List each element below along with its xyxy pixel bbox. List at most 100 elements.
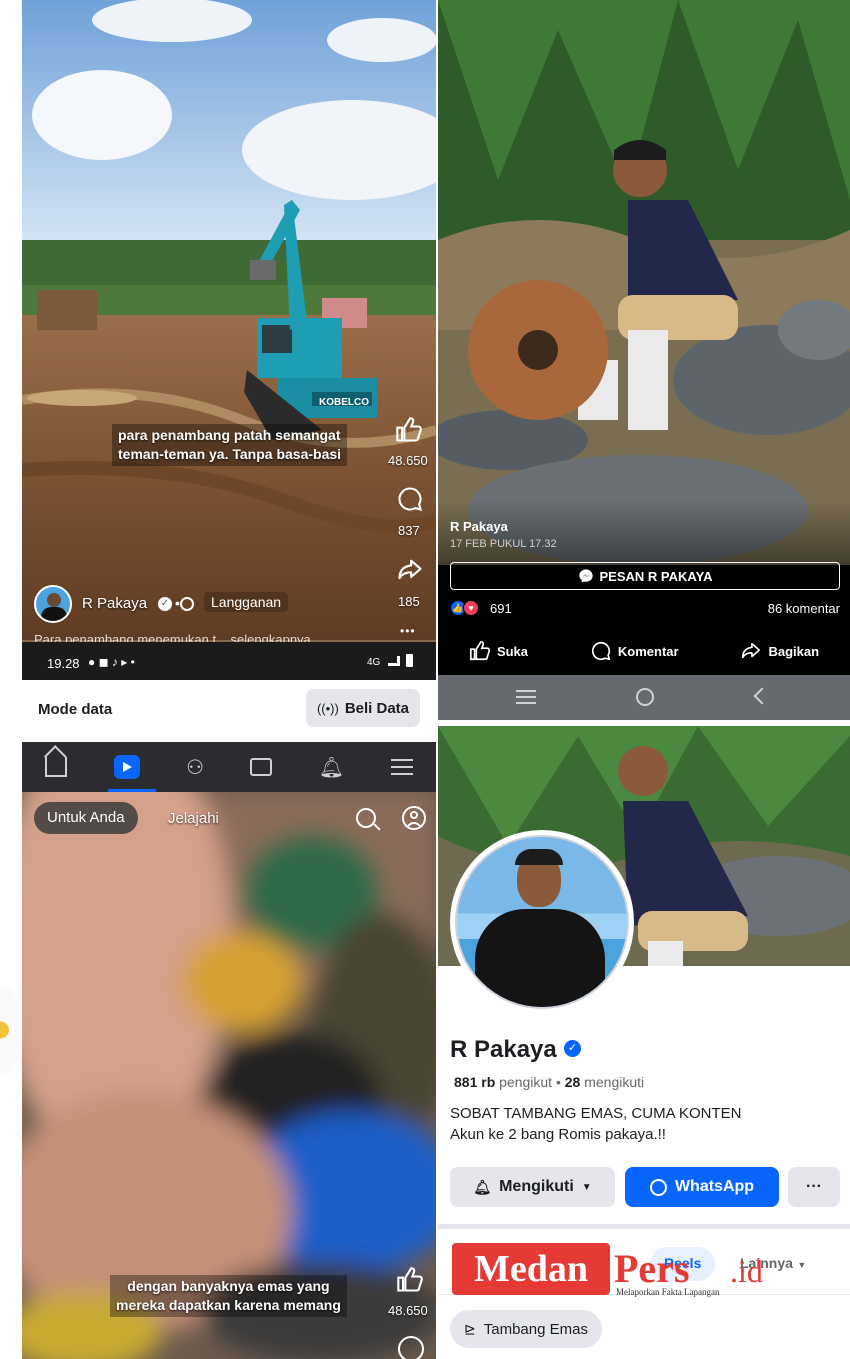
watermark-medan: Medan (452, 1243, 610, 1295)
data-mode-bar: Mode data ((•)) Beli Data (22, 680, 436, 740)
signal-icon (388, 656, 400, 666)
man-on-rock-photo[interactable] (438, 0, 850, 565)
bio-line-2: Akun ke 2 bang Romis pakaya.!! (450, 1126, 666, 1143)
caption-line-1: para penambang patah semangat (118, 427, 341, 443)
tab-for-you-label: Untuk Anda (47, 809, 125, 826)
followers-label: pengikut (499, 1074, 553, 1090)
profile-bio: SOBAT TAMBANG EMAS, CUMA KONTEN Akun ke … (450, 1103, 741, 1145)
comment-total[interactable]: 86 komentar (768, 601, 840, 616)
profile-more-button[interactable]: ··· (788, 1167, 840, 1207)
nav-recent-mid (516, 696, 536, 698)
share-action-label: Bagikan (768, 643, 820, 659)
love-reaction-icon: ♥ (463, 600, 479, 616)
reel-panel-excavator: KOBELCO para penambang patah semangat te… (22, 0, 436, 680)
fb-top-nav: ⚇ 🔔︎ (22, 742, 436, 792)
thumbs-up-icon (397, 1267, 423, 1292)
reels-tab-icon[interactable] (113, 755, 140, 779)
home-circle-icon[interactable] (636, 688, 654, 706)
reel-caption: dengan banyaknya emas yang mereka dapatk… (110, 1275, 347, 1317)
section-divider (438, 1224, 850, 1229)
notification-icons: ● ◼ ♪ ▸ • (88, 655, 135, 669)
menu-hamburger-icon[interactable] (390, 759, 413, 775)
reels-feed-panel: ⚇ 🔔︎ Untuk Anda Jelajahi dengan banyakny… (22, 742, 436, 1359)
whatsapp-button-label: WhatsApp (674, 1178, 755, 1195)
tambang-emas-chip[interactable]: ⊵ Tambang Emas (450, 1310, 602, 1348)
comment-action[interactable]: Komentar (590, 640, 679, 662)
caption-line-2: mereka dapatkan karena memang (116, 1297, 341, 1313)
share-count: 185 (398, 594, 420, 609)
photo-post-panel: R Pakaya 17 FEB PUKUL 17.32 PESAN R PAKA… (438, 0, 850, 720)
reel-caption: para penambang patah semangat teman-tema… (112, 424, 348, 466)
share-action[interactable]: Bagikan (740, 640, 819, 662)
messenger-icon (578, 569, 593, 583)
like-action-label: Suka (496, 643, 529, 659)
profile-avatar[interactable] (450, 830, 634, 1014)
like-action[interactable]: Suka (469, 640, 528, 662)
stats-separator: • (555, 1074, 565, 1090)
medanpers-watermark: Medan Pers .id Melaporkan Fakta Lapangan (452, 1243, 792, 1303)
notifications-bell-icon[interactable]: 🔔︎ (319, 755, 344, 780)
thumbs-up-icon (396, 417, 422, 442)
following-button[interactable]: 🔔︎ Mengikuti ▼ (450, 1167, 615, 1207)
friends-tab-icon[interactable]: ⚇ (186, 755, 204, 780)
android-nav-bar (438, 675, 850, 720)
verified-badge-icon: ✓ (564, 1040, 581, 1057)
reaction-icons[interactable]: 👍 ♥ (450, 600, 479, 616)
chevron-down-icon: ▼ (581, 1181, 592, 1193)
tab-for-you[interactable]: Untuk Anda (34, 802, 138, 834)
like-button[interactable] (396, 1266, 424, 1294)
message-button-label: PESAN R PAKAYA (599, 568, 713, 584)
watermark-tagline: Melaporkan Fakta Lapangan (616, 1287, 720, 1297)
following-button-label: Mengikuti (499, 1178, 574, 1195)
back-arrow-icon[interactable] (753, 687, 771, 705)
profile-name: R Pakaya (450, 1036, 557, 1063)
share-button[interactable] (396, 556, 424, 584)
broadcast-icon: ((•)) (316, 700, 339, 716)
tab-explore[interactable]: Jelajahi (168, 810, 219, 827)
bio-line-1: SOBAT TAMBANG EMAS, CUMA KONTEN (450, 1105, 742, 1122)
comment-count: 837 (398, 523, 420, 538)
author-name[interactable]: R Pakaya (82, 595, 147, 612)
excavator-brand-label: KOBELCO (319, 397, 369, 408)
subscribe-button[interactable]: Langganan (204, 592, 289, 612)
comment-button[interactable] (396, 485, 424, 513)
caption-line-1: dengan banyaknya emas yang (127, 1278, 330, 1294)
author-avatar[interactable] (34, 585, 72, 623)
whatsapp-button[interactable]: WhatsApp (625, 1167, 779, 1207)
message-button[interactable]: PESAN R PAKAYA (450, 562, 840, 590)
more-options-button[interactable]: ••• (400, 624, 416, 638)
comment-icon[interactable] (398, 1336, 424, 1359)
playlist-icon: ⊵ (464, 1320, 476, 1337)
post-action-bar: Suka Komentar Bagikan (438, 634, 850, 668)
marketplace-tab-icon[interactable] (250, 758, 273, 776)
comment-icon (591, 641, 611, 661)
status-time: 19.28 (47, 656, 80, 671)
globe-icon (180, 597, 194, 611)
share-arrow-icon (742, 642, 761, 659)
like-count: 48.650 (388, 1303, 428, 1318)
search-icon[interactable] (356, 808, 381, 831)
home-tab-icon[interactable] (44, 745, 68, 777)
blurred-video-frame[interactable] (22, 792, 436, 1359)
follow-stats[interactable]: 881 rb pengikut • 28 mengikuti (454, 1074, 644, 1090)
like-button[interactable] (394, 416, 424, 444)
status-bar: 19.28 ● ◼ ♪ ▸ • 4G (22, 642, 436, 680)
profile-circle-icon[interactable] (402, 806, 426, 830)
tambang-emas-label: Tambang Emas (483, 1320, 588, 1338)
buy-data-button[interactable]: ((•)) Beli Data (306, 689, 420, 727)
battery-icon (406, 654, 413, 667)
buy-data-label: Beli Data (344, 699, 410, 717)
profile-more-label: ··· (806, 1178, 822, 1195)
network-type: 4G (367, 657, 381, 668)
post-author[interactable]: R Pakaya (450, 519, 508, 534)
comment-action-label: Komentar (617, 643, 679, 659)
data-mode-label: Mode data (38, 701, 113, 718)
bell-icon: 🔔︎ (473, 1178, 492, 1195)
following-label: mengikuti (584, 1074, 645, 1090)
followers-count: 881 rb (454, 1074, 496, 1090)
following-count: 28 (564, 1074, 581, 1090)
reaction-count[interactable]: 691 (490, 601, 512, 616)
verified-badge-icon: ✓ (158, 597, 172, 611)
caption-line-2: teman-teman ya. Tanpa basa-basi (118, 446, 342, 462)
watermark-suffix: .id (730, 1253, 763, 1289)
